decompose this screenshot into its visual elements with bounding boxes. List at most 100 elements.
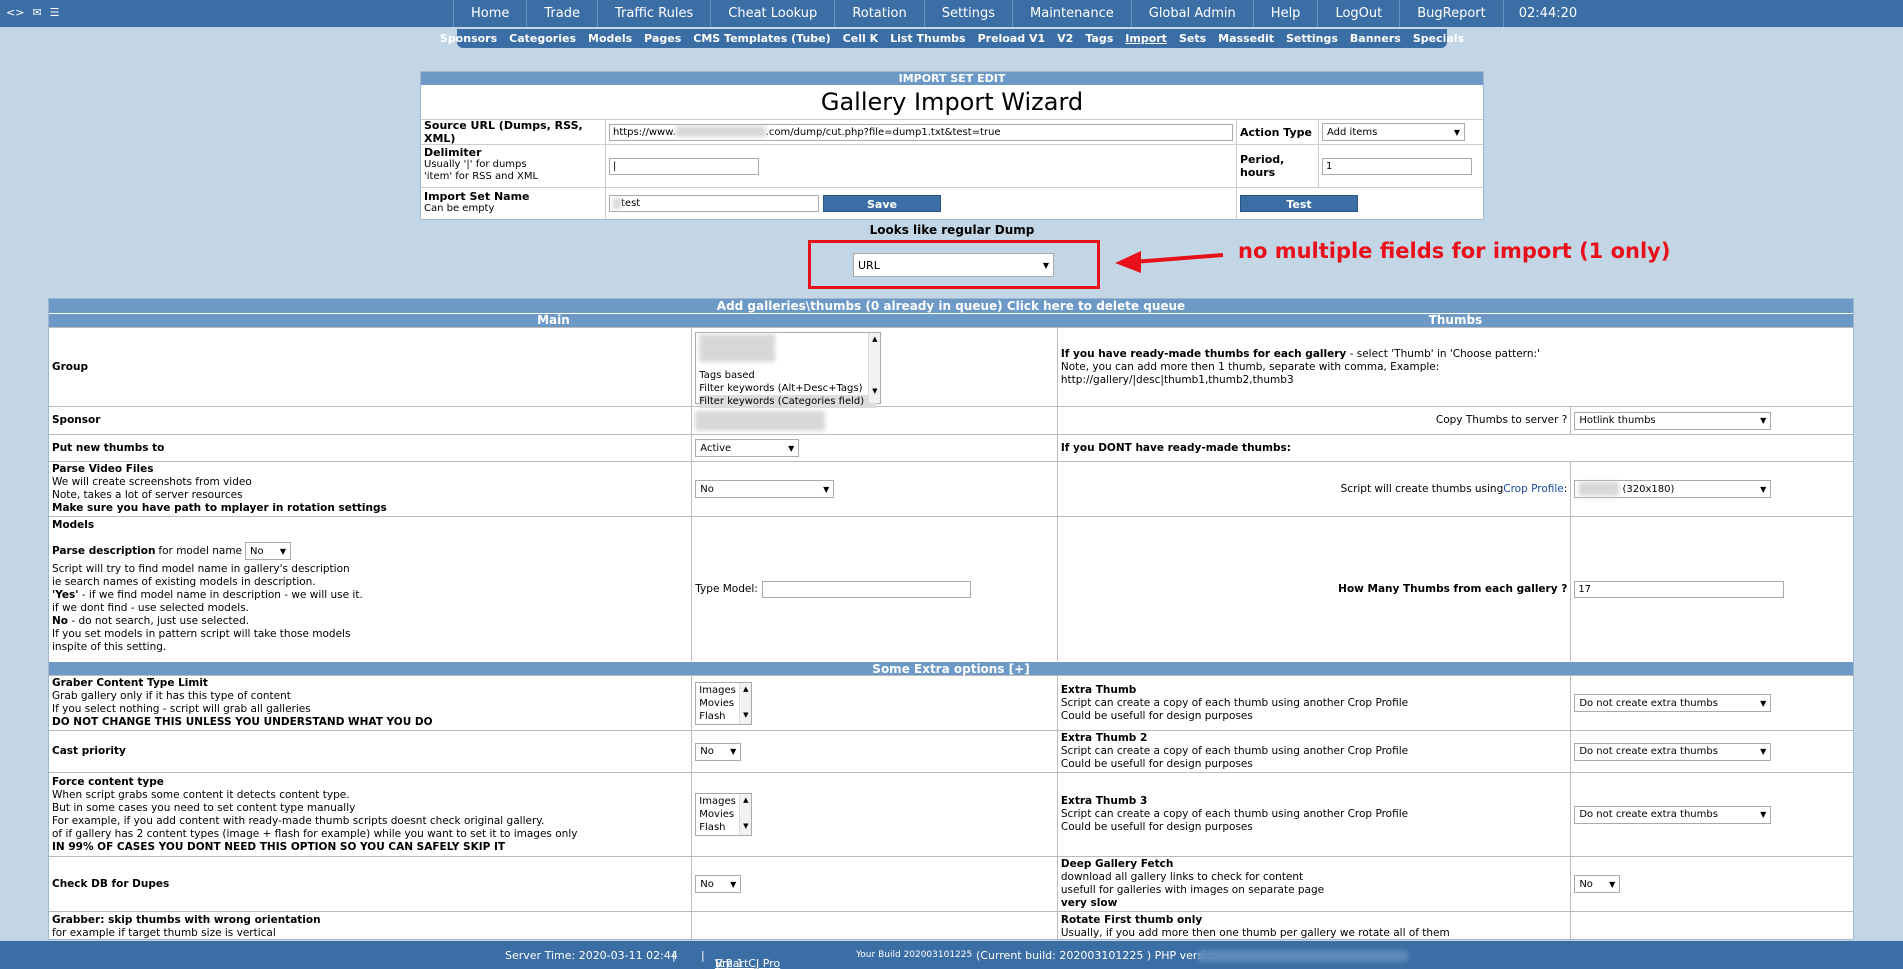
save-button[interactable]: Save	[823, 195, 941, 212]
check-dupes-select[interactable]: No ▼	[695, 875, 742, 893]
extra-thumb-2-select[interactable]: Do not create extra thumbs ▼	[1574, 742, 1772, 761]
parse-description-select[interactable]: No ▼	[245, 542, 292, 560]
models-title: Models	[52, 519, 95, 531]
top-left-icons: <> ✉ ☰	[6, 6, 60, 19]
source-url-input[interactable]: https://www. .com/dump/cut.php?file=dump1…	[609, 123, 1233, 141]
force-content-title: Force content type	[52, 775, 164, 788]
scrollbar[interactable]: ▲ ▼	[868, 333, 881, 403]
copy-thumbs-value: Hotlink thumbs	[1579, 415, 1656, 426]
extra-thumb-select[interactable]: Do not create extra thumbs ▼	[1574, 694, 1772, 712]
extra-options-bar[interactable]: Some Extra options [+]	[49, 661, 1853, 676]
your-build: Your Build 202003101225	[856, 950, 973, 960]
list-icon[interactable]: ☰	[50, 6, 60, 19]
subnav-specials[interactable]: Specials	[1407, 29, 1470, 48]
nav-help[interactable]: Help	[1254, 0, 1319, 27]
period-input[interactable]: 1	[1322, 157, 1472, 175]
deep-fetch-select[interactable]: No ▼	[1574, 875, 1621, 893]
sponsor-label: Sponsor	[49, 407, 693, 434]
crop-profile-link[interactable]: Crop Profile	[1503, 483, 1564, 496]
parse-description-text: for model name	[158, 544, 243, 557]
chevron-down-icon: ▼	[788, 443, 795, 453]
subnav-import[interactable]: Import	[1119, 29, 1173, 48]
subnav-cms-templates[interactable]: CMS Templates (Tube)	[687, 29, 836, 48]
nav-maintenance[interactable]: Maintenance	[1013, 0, 1132, 27]
subnav-sponsors[interactable]: Sponsors	[434, 29, 503, 48]
nav-traffic-rules[interactable]: Traffic Rules	[598, 0, 712, 27]
subnav-preload-v1[interactable]: Preload V1	[972, 29, 1052, 48]
copy-thumbs-select[interactable]: Hotlink thumbs ▼	[1574, 411, 1772, 430]
annotation-arrow-icon	[1115, 251, 1224, 273]
group-option[interactable]: Tags based	[699, 369, 877, 382]
nav-home[interactable]: Home	[453, 0, 528, 27]
mail-icon[interactable]: ✉	[32, 6, 41, 19]
subnav-cell-k[interactable]: Cell K	[837, 29, 884, 48]
nav-logout[interactable]: LogOut	[1318, 0, 1401, 27]
extra-thumb-line: Script can create a copy of each thumb u…	[1060, 696, 1409, 709]
ready-thumbs-example: http://gallery/|desc|thumb1,thumb2,thumb…	[1060, 373, 1294, 386]
subnav-sets[interactable]: Sets	[1173, 29, 1212, 48]
delimiter-hint-1: Usually '|' for dumps	[424, 159, 527, 170]
test-button[interactable]: Test	[1240, 195, 1358, 212]
models-help-line: ie search names of existing models in de…	[52, 576, 316, 588]
nav-rotation[interactable]: Rotation	[835, 0, 925, 27]
force-content-listbox[interactable]: Images Movies Flash ▲ ▼	[695, 793, 753, 836]
grab-content-listbox[interactable]: Images Movies Flash ▲ ▼	[695, 681, 753, 725]
chevron-down-icon: ▼	[1760, 484, 1767, 494]
how-many-thumbs-input[interactable]: 17	[1574, 580, 1785, 598]
delimiter-input[interactable]: |	[609, 157, 759, 175]
force-content-line: When script grabs some content it detect…	[52, 788, 350, 801]
queue-bar[interactable]: Add galleries\thumbs (0 already in queue…	[49, 299, 1853, 313]
cast-priority-select[interactable]: No ▼	[695, 742, 742, 761]
subnav-tags[interactable]: Tags	[1079, 29, 1119, 48]
force-content-line: But in some cases you need to set conten…	[52, 801, 356, 814]
type-model-input[interactable]	[761, 580, 971, 598]
subnav-settings[interactable]: Settings	[1280, 29, 1344, 48]
scrollbar[interactable]: ▲ ▼	[739, 682, 752, 724]
subnav-pages[interactable]: Pages	[638, 29, 687, 48]
chevron-down-icon: ▼	[1760, 810, 1767, 819]
import-set-name-label: Import Set Name	[424, 190, 530, 203]
nav-bugreport[interactable]: BugReport	[1400, 0, 1504, 27]
subnav-v2[interactable]: V2	[1051, 29, 1079, 48]
group-option[interactable]: Filter keywords (Categories field)	[699, 395, 878, 408]
group-option[interactable]: Filter keywords (Alt+Desc+Tags)	[699, 382, 877, 395]
field-mapping-select[interactable]: URL ▼	[853, 253, 1054, 277]
column-headers: Main Thumbs	[49, 313, 1853, 327]
nav-cheat-lookup[interactable]: Cheat Lookup	[711, 0, 836, 27]
code-icon[interactable]: <>	[6, 6, 24, 19]
chevron-down-icon: ▼	[1760, 416, 1767, 425]
extra-thumb-3-select[interactable]: Do not create extra thumbs ▼	[1574, 805, 1772, 824]
redacted-name	[613, 197, 621, 209]
subnav-list-thumbs[interactable]: List Thumbs	[884, 29, 971, 48]
how-many-thumbs-label: How Many Thumbs from each gallery ?	[1058, 517, 1572, 661]
page-title: Gallery Import Wizard	[820, 88, 1084, 116]
nav-global-admin[interactable]: Global Admin	[1132, 0, 1254, 27]
subnav-categories[interactable]: Categories	[503, 29, 582, 48]
parse-video-select[interactable]: No ▼	[695, 480, 835, 498]
nav-settings[interactable]: Settings	[925, 0, 1014, 27]
action-type-select[interactable]: Add items ▼	[1322, 123, 1465, 141]
ready-thumbs-title: If you have ready-made thumbs for each g…	[1060, 347, 1347, 360]
extra-thumb-2-title: Extra Thumb 2	[1060, 732, 1148, 744]
nav-trade[interactable]: Trade	[527, 0, 598, 27]
force-content-line: of if gallery has 2 content types (image…	[52, 827, 578, 840]
subnav-banners[interactable]: Banners	[1344, 29, 1407, 48]
sponsor-select[interactable]	[695, 410, 826, 431]
subnav-models[interactable]: Models	[582, 29, 638, 48]
import-set-panel: IMPORT SET EDIT Gallery Import Wizard So…	[420, 71, 1484, 220]
version: V 2.1	[715, 957, 744, 969]
group-listbox[interactable]: Tags based Filter keywords (Alt+Desc+Tag…	[695, 332, 882, 408]
orientation-title: Grabber: skip thumbs with wrong orientat…	[52, 914, 321, 926]
subnav-massedit[interactable]: Massedit	[1212, 29, 1280, 48]
current-build: (Current build: 202003101225 ) PHP versi…	[976, 949, 1220, 962]
import-set-name-input[interactable]: test	[609, 195, 819, 212]
annotation-highlight-box: URL ▼	[808, 240, 1100, 289]
annotation-text: no multiple fields for import (1 only)	[1238, 239, 1671, 263]
grab-limit-line: Grab gallery only if it has this type of…	[52, 690, 291, 702]
parse-description-value: No	[250, 545, 264, 557]
put-new-thumbs-select[interactable]: Active ▼	[695, 439, 800, 457]
models-help-line: inspite of this setting.	[52, 641, 167, 653]
scrollbar[interactable]: ▲ ▼	[739, 794, 752, 835]
crop-profile-select[interactable]: (320x180) ▼	[1574, 480, 1772, 498]
put-new-thumbs-value: Active	[700, 442, 732, 454]
